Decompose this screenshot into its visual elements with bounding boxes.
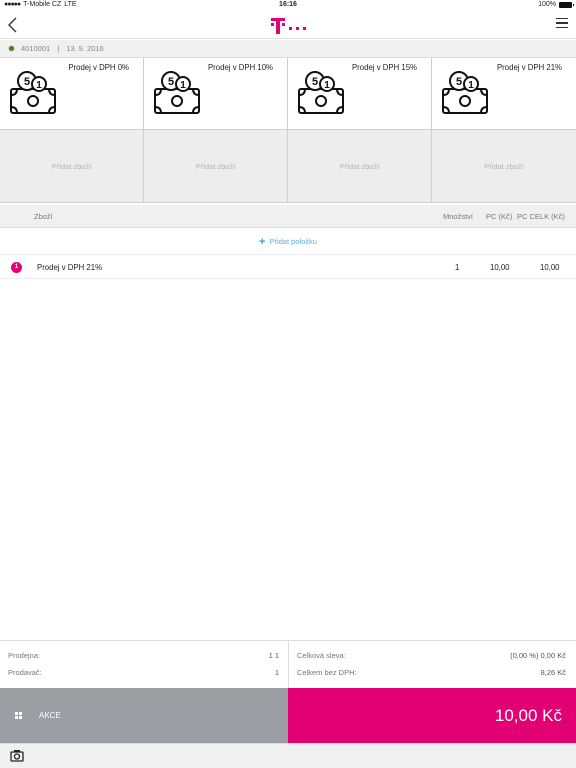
add-item-button[interactable]: + Přidat položku [0,229,576,255]
cash-coins-icon: 5 1 [10,71,56,114]
battery-icon [559,1,574,8]
column-item: Zboží [34,212,53,221]
back-chevron-icon[interactable] [6,16,22,34]
product-tile-dph-21[interactable]: Prodej v DPH 21% 5 1 [432,58,576,130]
net-total-label: Celkem bez DPH: [297,668,357,677]
add-item-label: Přidat položku [269,237,317,246]
cash-coins-icon: 5 1 [442,71,488,114]
info-separator: | [57,44,60,53]
svg-text:5: 5 [456,76,462,88]
add-product-slot[interactable]: Přidat zboží [432,130,576,203]
store-value: 1 1 [268,651,279,660]
telekom-logo-icon [271,18,306,34]
product-tile-dph-10[interactable]: Prodej v DPH 10% 5 1 [144,58,288,130]
row-item-name: Prodej v DPH 21% [37,263,103,272]
receipt-summary: Prodejna: 1 1 Prodavač: 1 Celková sleva:… [0,640,576,689]
summary-divider [288,641,289,689]
action-bar: AKCE 10,00 Kč [0,688,576,743]
akce-button[interactable]: AKCE [0,688,288,743]
discount-label: Celková sleva: [297,651,346,660]
svg-text:1: 1 [36,80,42,91]
register-info-bar: 4010001 | 13. 9. 2016 [0,40,576,58]
product-label: Prodej v DPH 10% [207,63,273,72]
camera-icon[interactable] [10,749,24,762]
seller-value: 1 [274,668,279,677]
svg-text:1: 1 [468,80,474,91]
table-row[interactable]: 1 Prodej v DPH 21% 1 10,00 10,00 [0,256,576,279]
row-quantity: 1 [455,263,460,272]
cash-coins-icon: 5 1 [298,71,344,114]
discount-value: (0,00 %) 0,00 Kč [510,651,566,660]
add-product-slot[interactable]: Přidat zboží [288,130,432,203]
grid-icon [15,712,22,719]
nav-bar [0,11,576,39]
svg-text:5: 5 [168,76,174,88]
product-label: Prodej v DPH 0% [68,63,129,72]
pay-total-button[interactable]: 10,00 Kč [288,688,576,743]
items-table-header: Zboží Množství PC (Kč) PC CELK (Kč) [0,205,576,228]
add-product-label: Přidat zboží [195,162,236,171]
status-right: 100% [538,1,574,8]
product-tile-dph-0[interactable]: Prodej v DPH 0% 5 1 [0,58,144,130]
seller-label: Prodavač: [8,668,42,677]
svg-text:5: 5 [24,76,30,88]
svg-text:5: 5 [312,76,318,88]
product-label: Prodej v DPH 21% [496,63,562,72]
column-unit-price: PC (Kč) [486,212,513,221]
battery-percent: 100% [538,1,556,8]
product-grid: Prodej v DPH 0% 5 1 Prodej v DPH 10% 5 1… [0,58,576,204]
net-total-value: 8,26 Kč [540,668,566,677]
product-tile-dph-15[interactable]: Prodej v DPH 15% 5 1 [288,58,432,130]
add-product-label: Přidat zboží [484,162,524,171]
column-total-price: PC CELK (Kč) [517,212,565,221]
column-quantity: Množství [443,212,474,221]
store-label: Prodejna: [8,651,41,660]
online-status-icon [8,45,15,52]
hamburger-menu-icon[interactable] [556,18,568,30]
clock: 16:16 [279,1,297,8]
row-total-price: 10,00 [540,263,560,272]
svg-text:1: 1 [180,80,186,91]
row-index-badge: 1 [11,262,22,273]
add-product-label: Přidat zboží [339,162,380,171]
akce-label: AKCE [39,711,61,720]
bottom-bar [0,743,576,768]
plus-icon: + [259,235,266,248]
svg-text:1: 1 [324,80,330,91]
register-date: 13. 9. 2016 [66,44,104,53]
add-product-slot[interactable]: Přidat zboží [144,130,288,203]
total-amount: 10,00 Kč [494,706,562,725]
add-product-slot[interactable]: Přidat zboží [0,130,144,203]
cash-coins-icon: 5 1 [154,71,200,114]
register-id: 4010001 [21,44,51,53]
status-bar: ●●●●● T-Mobile CZ LTE 16:16 100% [0,0,576,11]
product-label: Prodej v DPH 15% [351,63,417,72]
row-unit-price: 10,00 [490,263,510,272]
add-product-label: Přidat zboží [51,162,92,171]
